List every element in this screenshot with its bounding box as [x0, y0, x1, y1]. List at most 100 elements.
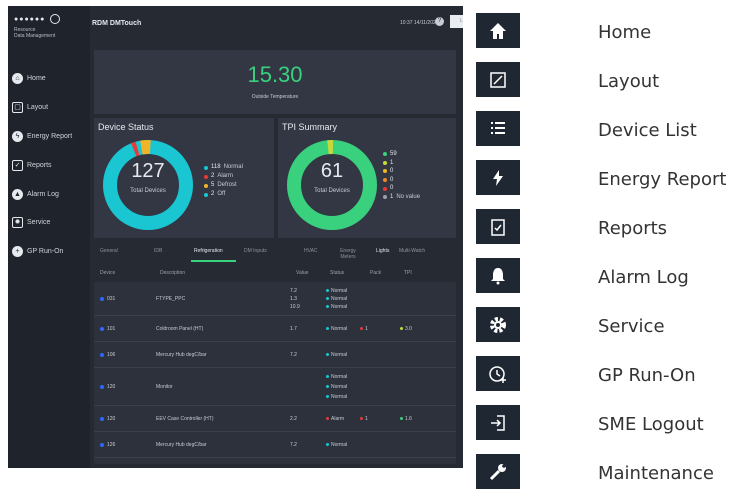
tab-hvac[interactable]: HVAC: [304, 248, 318, 254]
device-value: 7.2: [290, 288, 297, 294]
tab-multi-watch[interactable]: Multi-Watch: [399, 248, 425, 254]
legend-label: GP Run-On: [598, 365, 696, 386]
device-status-legend: 118 Normal 2 Alarm 5 Defrost 2 Off: [204, 163, 243, 199]
sidebar-item-label: Reports: [27, 161, 52, 169]
tpi-summary-legend: 59 1 0 0 0 1 No value: [383, 150, 420, 202]
device-value: 1.7: [290, 326, 297, 332]
sidebar-item-label: Alarm Log: [27, 190, 59, 198]
legend-item: 0: [383, 167, 420, 176]
device-status: Normal: [331, 296, 348, 302]
tab-general[interactable]: General: [100, 248, 118, 254]
device-id: 106: [107, 352, 116, 358]
icon-legend: Home Layout Device List Energy Report Re…: [476, 0, 754, 498]
outside-temperature-label: Outside Temperature: [251, 94, 299, 100]
brand-logo: ●●●●●● Resource Data Management: [14, 14, 84, 54]
sidebar-item-energy-report[interactable]: ϟ Energy Report: [12, 127, 88, 145]
sidebar-item-service[interactable]: ✹ Service: [12, 213, 88, 231]
table-row[interactable]: 120 EEV Case Controller (HT) 2.2 Alarm 1…: [94, 406, 456, 432]
device-value: 2.2: [290, 416, 297, 422]
device-status-panel[interactable]: Device Status 127 Total Devices 118 Norma…: [94, 118, 274, 238]
table-row[interactable]: 120 Monitor Normal Normal Normal: [94, 368, 456, 406]
legend-item: 1 No value: [383, 193, 420, 202]
device-value: 1.3: [290, 296, 297, 302]
table-row[interactable]: 126 Mercury Hub degC/bar 7.2 Normal: [94, 432, 456, 458]
device-status: Normal: [331, 384, 348, 390]
outside-temperature-value: 15.30: [247, 62, 303, 87]
legend-row-maintenance: Maintenance: [476, 449, 754, 494]
sidebar-item-home[interactable]: ⌂ Home: [12, 69, 88, 87]
device-description: Coldroom Panel (HT): [156, 326, 204, 332]
legend-label: Layout: [598, 71, 660, 92]
app-screen: ●●●●●● Resource Data Management ⌂ Home ▢ L…: [8, 6, 463, 468]
sidebar-item-gp-run-on[interactable]: + GP Run-On: [12, 242, 88, 260]
top-bar: RDM DMTouch 10:37 14/11/2022 ? Logout: [90, 6, 463, 46]
panel-title: Device Status: [98, 122, 154, 132]
legend-label: SME Logout: [598, 414, 704, 435]
panel-title: TPI Summary: [282, 122, 338, 132]
tpi-summary-total: 61: [320, 160, 344, 182]
legend-item: 2 Off: [204, 190, 243, 199]
sidebar-item-label: GP Run-On: [27, 247, 64, 255]
legend-row-energy-report: Energy Report: [476, 155, 754, 200]
lightning-icon: ϟ: [12, 130, 23, 142]
tab-lights[interactable]: Lights: [376, 248, 389, 254]
bell-icon: ▲: [12, 188, 23, 200]
device-status: Normal: [331, 288, 348, 294]
column-header: Device: [100, 270, 116, 276]
table-row[interactable]: 106 Mercury Hub degC/bar 7.2 Normal: [94, 342, 456, 368]
table-row[interactable]: 101 Coldroom Panel (HT) 1.7 Normal 1 3.0: [94, 316, 456, 342]
legend-row-alarm-log: Alarm Log: [476, 253, 754, 298]
column-header: Value: [296, 270, 309, 276]
device-value: 10.9: [290, 304, 300, 310]
tab-idb[interactable]: IDB: [154, 248, 162, 254]
device-description: Monitor: [156, 384, 173, 390]
sidebar-item-label: Layout: [27, 103, 49, 111]
tpi-summary-total-label: Total Devices: [314, 188, 350, 194]
tab-dm-inputs[interactable]: DM Inputs: [244, 248, 267, 254]
device-status: Normal: [331, 304, 348, 310]
column-header: Status: [330, 270, 345, 276]
column-header: TPI: [404, 270, 412, 276]
help-icon[interactable]: ?: [435, 17, 444, 26]
sidebar: ●●●●●● Resource Data Management ⌂ Home ▢ L…: [8, 6, 90, 468]
tpi-summary-donut: [287, 140, 377, 230]
bell-icon: [491, 267, 505, 284]
gear-icon: ✹: [12, 216, 23, 228]
device-pack: 1: [365, 416, 368, 422]
sidebar-item-layout[interactable]: ▢ Layout: [12, 98, 88, 116]
device-status: Normal: [331, 326, 348, 332]
device-status: Normal: [331, 442, 348, 448]
device-table: Device Description Value Status Pack TPI…: [94, 264, 456, 464]
home-icon: [490, 22, 506, 39]
sidebar-item-alarm-log[interactable]: ▲ Alarm Log: [12, 185, 88, 203]
logout-icon: [491, 414, 505, 431]
device-status: Alarm: [331, 416, 345, 422]
active-tab-indicator: [191, 260, 236, 262]
legend-label: Device List: [598, 120, 697, 141]
legend-row-home: Home: [476, 8, 754, 53]
device-pack: 1: [365, 326, 368, 332]
app-title: RDM DMTouch: [92, 20, 142, 27]
lightning-icon: [493, 169, 503, 186]
device-status: Normal: [331, 394, 348, 400]
legend-item: 2 Alarm: [204, 172, 243, 181]
device-status-total-label: Total Devices: [130, 188, 166, 194]
tab-refrigeration[interactable]: Refrigeration: [194, 248, 223, 254]
device-tpi: 3.0: [405, 326, 412, 332]
device-id: 101: [107, 326, 116, 332]
legend-row-reports: Reports: [476, 204, 754, 249]
sidebar-item-reports[interactable]: ✓ Reports: [12, 156, 88, 174]
legend-row-service: Service: [476, 302, 754, 347]
table-row[interactable]: 031 FTYPE_PPC 7.2 1.3 10.9 Normal Normal…: [94, 282, 456, 316]
legend-row-device-list: Device List: [476, 106, 754, 151]
logout-button[interactable]: Logout: [450, 15, 463, 28]
tpi-summary-panel[interactable]: TPI Summary 61 Total Devices 59 1 0 0 0 …: [278, 118, 456, 238]
legend-item: 0: [383, 176, 420, 185]
column-header: Pack: [370, 270, 382, 276]
legend-item: 59: [383, 150, 420, 159]
tab-energy-meters[interactable]: Energy Meters: [334, 248, 362, 260]
sidebar-item-label: Energy Report: [27, 132, 73, 140]
device-id: 031: [107, 296, 116, 302]
device-value: 7.2: [290, 352, 297, 358]
list-icon: [491, 121, 505, 134]
